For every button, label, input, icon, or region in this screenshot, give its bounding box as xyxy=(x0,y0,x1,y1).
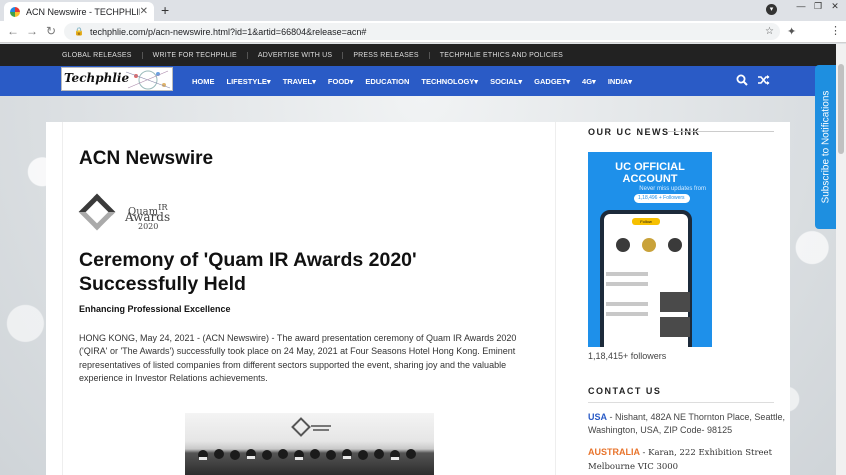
contact-usa: USA - Nishant, 482A NE Thornton Place, S… xyxy=(588,411,788,436)
contact-usa-label: USA xyxy=(588,412,608,422)
subscribe-label: Subscribe to Notifications xyxy=(820,90,831,204)
uc-followers-pill: 1,18,496 + Followers xyxy=(634,194,690,203)
nav-home[interactable]: HOME xyxy=(186,77,221,86)
list-item xyxy=(606,302,648,306)
address-bar[interactable]: 🔒 techphlie.com/p/acn-newswire.html?id=1… xyxy=(64,23,780,40)
site-topbar: GLOBAL RELEASES WRITE FOR TECHPHLIE ADVE… xyxy=(0,44,846,66)
uc-heading-divider xyxy=(668,131,774,132)
forward-button[interactable]: → xyxy=(25,24,39,38)
nav-lifestyle[interactable]: LIFESTYLE▾ xyxy=(221,77,277,86)
subscribe-notifications-button[interactable]: Subscribe to Notifications xyxy=(815,65,836,229)
main-nav: Techphlie HOME LIFESTYLE▾ TRAVEL▾ FOOD▾ … xyxy=(0,66,846,96)
back-button[interactable]: ← xyxy=(6,24,20,38)
uc-follow-button: Follow xyxy=(632,218,660,225)
nav-travel[interactable]: TRAVEL▾ xyxy=(277,77,322,86)
avatar xyxy=(642,238,656,252)
nav-menu: HOME LIFESTYLE▾ TRAVEL▾ FOOD▾ EDUCATION … xyxy=(186,66,638,96)
uc-banner-title: UC OFFICIAL ACCOUNT xyxy=(588,161,712,185)
logo-art-icon xyxy=(125,70,171,90)
page-title: ACN Newswire xyxy=(79,148,214,169)
new-tab-button[interactable]: + xyxy=(161,2,169,18)
diamond-logo-icon xyxy=(78,193,116,231)
uc-banner-tagline: Never miss updates from xyxy=(639,186,706,192)
logo-year-text: 2020 xyxy=(138,222,159,231)
contact-australia-label: AUSTRALIA xyxy=(588,447,640,457)
event-photo xyxy=(185,413,434,475)
site-logo[interactable]: Techphlie xyxy=(61,67,173,91)
nav-4g[interactable]: 4G▾ xyxy=(576,77,602,86)
nav-food[interactable]: FOOD▾ xyxy=(322,77,359,86)
tab-search-icon[interactable]: ▾ xyxy=(766,4,777,15)
quam-ir-awards-logo: QuamIR Awards 2020 xyxy=(78,193,172,234)
extensions-puzzle-icon[interactable]: ✦ xyxy=(787,25,796,38)
nav-social[interactable]: SOCIAL▾ xyxy=(484,77,528,86)
nav-technology[interactable]: TECHNOLOGY▾ xyxy=(415,77,484,86)
uc-news-heading: OUR UC NEWS LINK xyxy=(588,127,701,137)
article-subhead: Enhancing Professional Excellence xyxy=(79,304,231,314)
thumbnail xyxy=(660,292,690,312)
uc-banner-title-line2: ACCOUNT xyxy=(622,173,678,185)
topbar-links: GLOBAL RELEASES WRITE FOR TECHPHLIE ADVE… xyxy=(52,44,573,66)
bookmark-star-icon[interactable]: ☆ xyxy=(765,26,774,37)
nav-india[interactable]: INDIA▾ xyxy=(602,77,638,86)
uc-official-account-banner[interactable]: UC OFFICIAL ACCOUNT Never miss updates f… xyxy=(588,152,712,347)
article-body: HONG KONG, May 24, 2021 - (ACN Newswire)… xyxy=(79,333,517,383)
article-headline: Ceremony of 'Quam IR Awards 2020' Succes… xyxy=(79,249,417,295)
stage-logo-icon xyxy=(291,417,331,437)
uc-followers-count: 1,18,415+ followers xyxy=(588,351,667,361)
favicon-icon xyxy=(10,6,20,17)
close-window-button[interactable]: ✕ xyxy=(824,0,846,14)
people-group-icon xyxy=(198,449,416,460)
browser-tabstrip: ACN Newswire - TECHPHLIE ✕ + ▾ — ❐ ✕ xyxy=(0,0,846,21)
contact-usa-address: - Nishant, 482A NE Thornton Place, Seatt… xyxy=(588,412,785,435)
topbar-link-ethics[interactable]: TECHPHLIE ETHICS AND POLICIES xyxy=(430,52,573,59)
browser-toolbar: ← → ↻ 🔒 techphlie.com/p/acn-newswire.htm… xyxy=(0,21,846,43)
reload-button[interactable]: ↻ xyxy=(44,24,58,38)
close-tab-icon[interactable]: ✕ xyxy=(140,6,148,17)
list-item xyxy=(606,312,648,316)
topbar-link-write[interactable]: WRITE FOR TECHPHLIE xyxy=(143,51,248,59)
scrollbar-thumb[interactable] xyxy=(838,64,844,154)
topbar-link-press-releases[interactable]: PRESS RELEASES xyxy=(343,51,430,59)
url-text: techphlie.com/p/acn-newswire.html?id=1&a… xyxy=(89,26,367,37)
browser-menu-icon[interactable]: ⋮ xyxy=(830,24,841,37)
avatar xyxy=(668,238,682,252)
contact-heading: CONTACT US xyxy=(588,386,662,396)
list-item xyxy=(606,272,648,276)
lock-icon[interactable]: 🔒 xyxy=(74,27,84,36)
browser-tab[interactable]: ACN Newswire - TECHPHLIE ✕ xyxy=(4,2,154,21)
uc-banner-title-line1: UC OFFICIAL xyxy=(615,161,685,173)
topbar-link-advertise[interactable]: ADVERTISE WITH US xyxy=(248,51,344,59)
tab-title: ACN Newswire - TECHPHLIE xyxy=(26,6,140,17)
page-scrollbar[interactable] xyxy=(836,44,846,475)
nav-education[interactable]: EDUCATION xyxy=(359,77,415,86)
contact-australia: AUSTRALIA - Karan, 222 Exhibition Street… xyxy=(588,446,788,473)
search-icon[interactable] xyxy=(736,74,748,86)
list-item xyxy=(606,282,648,286)
contact-divider xyxy=(588,402,774,403)
thumbnail xyxy=(660,317,690,337)
topbar-link-global-releases[interactable]: GLOBAL RELEASES xyxy=(52,51,143,59)
nav-gadget[interactable]: GADGET▾ xyxy=(528,77,576,86)
shuffle-icon[interactable] xyxy=(757,74,770,86)
avatar xyxy=(616,238,630,252)
